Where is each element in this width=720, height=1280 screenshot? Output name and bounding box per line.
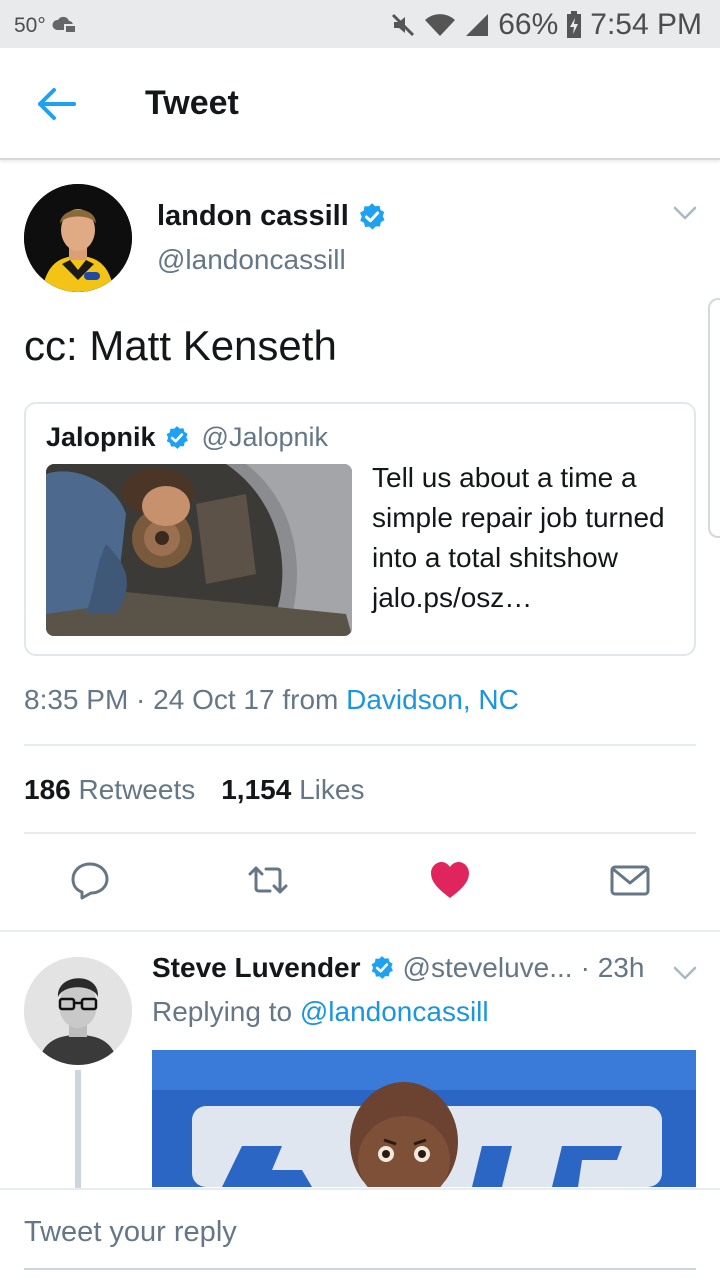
retweet-icon[interactable] — [246, 858, 290, 902]
replying-to-prefix: Replying to — [152, 996, 293, 1027]
status-bar: 50° 66% 7:54 PM — [0, 0, 720, 48]
quoted-media-image[interactable] — [46, 464, 352, 636]
direct-message-icon[interactable] — [608, 858, 652, 902]
likes-label: Likes — [299, 774, 365, 805]
app-bar: Tweet — [0, 48, 720, 160]
battery-percent: 66% — [498, 8, 559, 41]
tweet-timestamp: 8:35 PM · 24 Oct 17 — [24, 684, 275, 715]
reply-author-name[interactable]: Steve Luvender — [152, 952, 361, 984]
verified-badge-icon — [166, 425, 188, 449]
retweets-stat[interactable]: 186 Retweets — [24, 774, 195, 806]
verified-badge-icon — [359, 202, 385, 229]
quoted-author: Jalopnik @Jalopnik — [46, 422, 328, 453]
status-temperature: 50° — [14, 14, 46, 37]
author-name[interactable]: landon cassill — [157, 200, 387, 233]
quoted-author-name: Jalopnik — [46, 422, 156, 452]
reply-icon[interactable] — [68, 858, 112, 902]
author-handle[interactable]: @landoncassill — [157, 244, 346, 276]
signal-icon — [466, 14, 489, 36]
divider — [24, 832, 696, 834]
author-avatar[interactable] — [24, 184, 132, 292]
likes-count: 1,154 — [221, 774, 292, 805]
tweet-location-link[interactable]: Davidson, NC — [346, 684, 519, 715]
scroll-handle[interactable] — [708, 298, 720, 538]
reply-media-image[interactable] — [152, 1050, 696, 1187]
page-title: Tweet — [145, 84, 239, 122]
retweets-label: Retweets — [78, 774, 196, 805]
reply-input[interactable]: Tweet your reply — [24, 1216, 696, 1270]
tweet-text: cc: Matt Kenseth — [24, 322, 337, 369]
wifi-icon — [425, 14, 456, 37]
quoted-tweet-card[interactable]: Jalopnik @Jalopnik Tell us about a time … — [24, 402, 696, 656]
chevron-down-icon[interactable] — [672, 204, 698, 222]
tweet-meta: 8:35 PM · 24 Oct 17 from Davidson, NC — [24, 684, 519, 716]
weather-cloud-icon — [52, 16, 77, 34]
verified-badge-icon — [371, 956, 393, 979]
arrow-left-icon[interactable] — [30, 82, 80, 126]
mute-icon — [392, 13, 415, 37]
heart-filled-icon[interactable] — [428, 858, 472, 902]
divider — [24, 744, 696, 746]
battery-charging-icon — [567, 11, 582, 38]
reply-composer: Tweet your reply — [0, 1188, 720, 1280]
reply-header: Steve Luvender @steveluve... · 23h — [152, 952, 644, 984]
replying-to-link[interactable]: @landoncassill — [300, 996, 489, 1027]
status-time: 7:54 PM — [590, 8, 702, 41]
tweet-actions — [0, 852, 720, 912]
divider — [0, 930, 720, 932]
tweet-stats: 186 Retweets 1,154 Likes — [24, 774, 364, 806]
reply-time: · 23h — [580, 952, 645, 983]
reply-author-handle[interactable]: @steveluve... — [403, 952, 573, 984]
from-label: from — [282, 684, 339, 715]
thread-connector — [75, 1070, 81, 1190]
likes-stat[interactable]: 1,154 Likes — [221, 774, 364, 806]
quoted-tweet-text: Tell us about a time a simple repair job… — [372, 462, 665, 613]
chevron-down-icon[interactable] — [672, 964, 698, 982]
retweets-count: 186 — [24, 774, 71, 805]
replying-to: Replying to @landoncassill — [152, 996, 489, 1028]
reply-author-avatar[interactable] — [24, 957, 132, 1065]
author-name-text: landon cassill — [157, 200, 349, 232]
quoted-author-handle: @Jalopnik — [201, 422, 329, 452]
